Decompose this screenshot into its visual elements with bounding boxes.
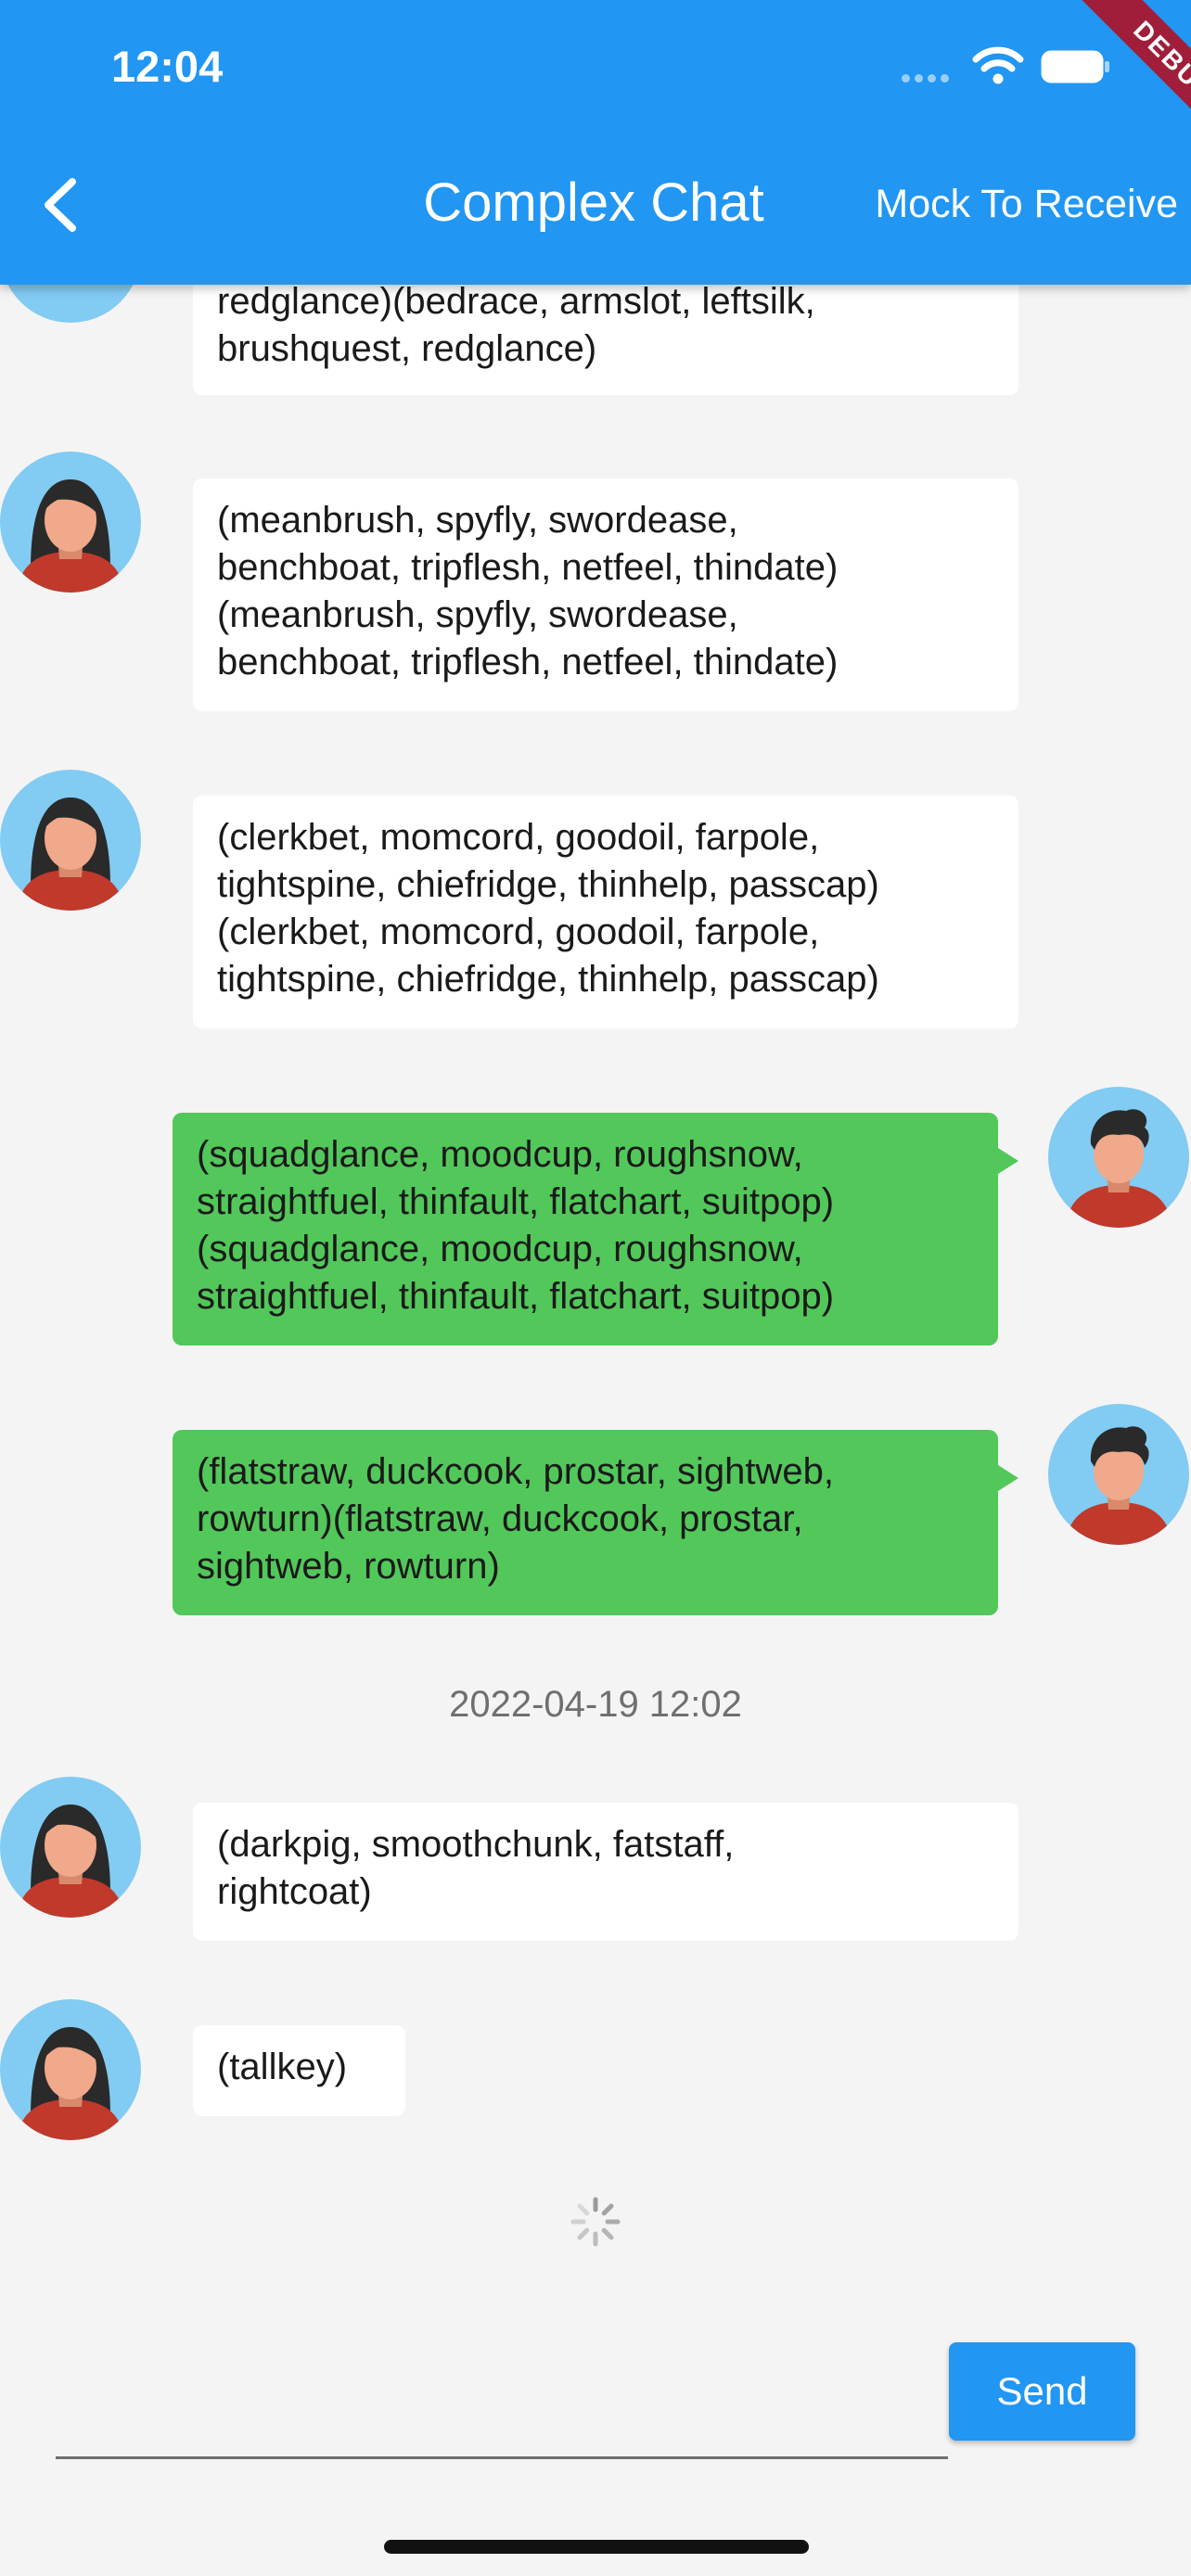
male-avatar[interactable] <box>1048 1087 1189 1228</box>
male-avatar[interactable] <box>1048 1404 1189 1545</box>
chevron-left-icon <box>45 178 76 232</box>
status-time: 12:04 <box>111 42 224 91</box>
home-indicator[interactable] <box>384 2540 809 2554</box>
send-button[interactable]: Send <box>949 2342 1135 2441</box>
chat-message-list[interactable]: redglance)(bedrace, armslot, leftsilk, b… <box>0 0 1191 2576</box>
message-bubble[interactable]: (squadglance, moodcup, roughsnow, straig… <box>173 1113 1018 1345</box>
mock-to-receive-button[interactable]: Mock To Receive <box>840 182 1178 227</box>
page-title: Complex Chat <box>423 172 764 233</box>
message-bubble[interactable]: (tallkey) <box>193 2025 405 2116</box>
app-bar: 12:04 Complex Chat Mock To Receive <box>0 0 1191 285</box>
female-avatar[interactable] <box>0 1777 141 1918</box>
female-avatar[interactable] <box>0 1999 141 2140</box>
loading-spinner-icon <box>568 2194 623 2254</box>
battery-icon <box>1041 50 1111 88</box>
message-bubble[interactable]: (darkpig, smoothchunk, fatstaff, rightco… <box>193 1803 1018 1941</box>
message-bubble[interactable]: (flatstraw, duckcook, prostar, sightweb,… <box>173 1430 1018 1615</box>
message-bubble[interactable]: (meanbrush, spyfly, swordease, benchboat… <box>193 478 1018 711</box>
date-separator: 2022-04-19 12:02 <box>449 1684 742 1725</box>
back-button[interactable] <box>33 172 89 237</box>
female-avatar[interactable] <box>0 452 141 593</box>
wifi-icon <box>972 45 1024 90</box>
female-avatar[interactable] <box>0 770 141 911</box>
message-bubble[interactable]: (clerkbet, momcord, goodoil, farpole, ti… <box>193 796 1018 1028</box>
cellular-signal-icon <box>902 74 949 83</box>
message-input[interactable] <box>56 2456 948 2459</box>
